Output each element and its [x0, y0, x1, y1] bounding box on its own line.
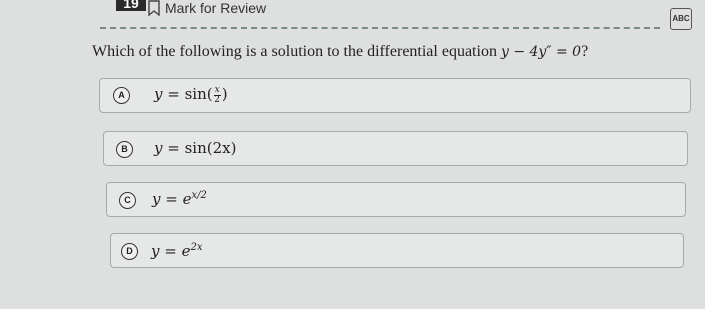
header-divider	[100, 27, 660, 29]
option-b-expression: y = sin(2x)	[154, 139, 237, 157]
question-text: Which of the following is a solution to …	[92, 43, 692, 61]
question-end: ?	[581, 43, 589, 60]
option-b-lhs: y	[154, 139, 163, 157]
answer-option-a[interactable]: A y = sin(x 2)	[99, 78, 691, 113]
bookmark-icon[interactable]	[148, 0, 160, 16]
option-letter-d: D	[121, 243, 138, 260]
option-a-fn: sin	[184, 85, 207, 103]
answer-option-d[interactable]: D y = e2x	[110, 233, 684, 268]
option-a-frac-den: 2	[214, 94, 221, 105]
option-d-lhs: y	[151, 242, 160, 260]
option-d-expression: y = e2x	[151, 242, 203, 260]
option-a-lhs: y	[154, 85, 163, 103]
question-equation: y − 4y″ = 0	[500, 44, 582, 60]
mark-for-review-button[interactable]: Mark for Review	[165, 0, 266, 16]
option-letter-b: B	[116, 141, 133, 158]
abc-strikethrough-icon[interactable]: ABC	[670, 8, 692, 30]
option-d-exponent: 2x	[190, 242, 203, 253]
answer-option-b[interactable]: B y = sin(2x)	[103, 131, 688, 166]
answer-option-c[interactable]: C y = ex/2	[106, 182, 686, 217]
option-b-rhs: sin(2x)	[184, 139, 237, 157]
option-c-exponent: x/2	[191, 190, 207, 201]
option-a-fraction: x2	[213, 84, 221, 105]
question-header: 19 Mark for Review ABC	[0, 0, 705, 34]
option-letter-c: C	[119, 192, 136, 209]
option-c-expression: y = ex/2	[152, 190, 207, 208]
option-c-lhs: y	[152, 190, 161, 208]
option-a-expression: y = sin(x 2)	[154, 84, 228, 105]
option-letter-a: A	[113, 87, 130, 104]
option-a-frac-num: x	[213, 84, 221, 96]
question-number: 19	[116, 0, 146, 11]
question-prompt: Which of the following is a solution to …	[92, 43, 497, 60]
